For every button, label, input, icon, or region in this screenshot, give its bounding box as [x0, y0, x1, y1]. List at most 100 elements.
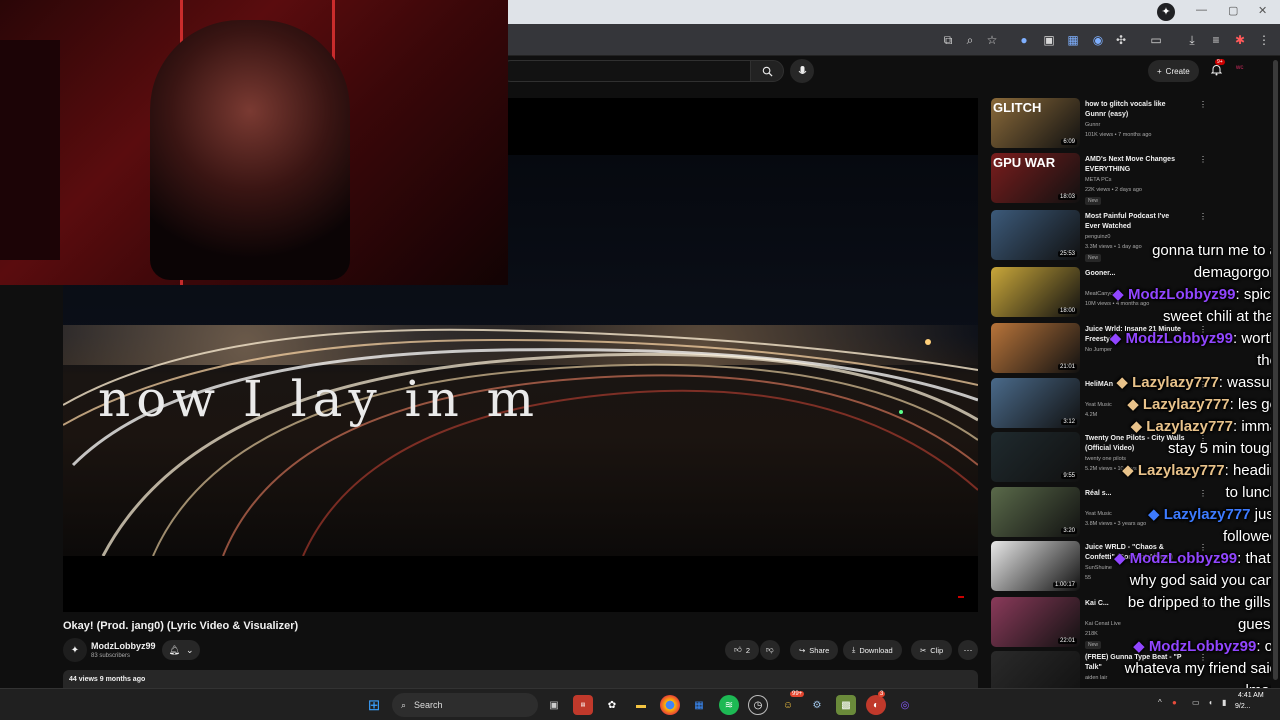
video-thumbnail[interactable]: GPU WAR 18:03: [991, 153, 1080, 203]
chat-message-line: ◆ Lazylazy777: les go: [1127, 394, 1278, 415]
search-button[interactable]: [750, 60, 784, 82]
chat-username[interactable]: Lazylazy777: [1146, 418, 1233, 435]
extension-icon[interactable]: ●: [1014, 30, 1034, 50]
profile-badge-icon[interactable]: ✦: [1157, 3, 1175, 21]
video-thumbnail[interactable]: 22:01: [991, 597, 1080, 647]
download-icon: ⤓: [852, 645, 856, 654]
video-thumbnail[interactable]: 3:20: [991, 487, 1080, 537]
view-count-and-date: 44 views 9 months ago: [69, 676, 146, 683]
task-view-icon[interactable]: ▣: [544, 695, 564, 715]
app-icon[interactable]: ▤: [573, 695, 593, 715]
video-duration: 9:55: [1061, 473, 1077, 479]
extension-icon[interactable]: ▦: [1063, 30, 1083, 50]
more-options-icon[interactable]: ⋮: [1199, 212, 1207, 221]
zoom-icon[interactable]: ⌕: [960, 30, 980, 50]
chat-username[interactable]: ModzLobbyz99: [1149, 638, 1257, 655]
recommendation-meta: 101K views • 7 months ago: [1085, 132, 1152, 138]
chat-username[interactable]: ModzLobbyz99: [1130, 550, 1238, 567]
chatgpt-icon[interactable]: ✿: [602, 695, 622, 715]
chat-username[interactable]: Lazylazy777: [1132, 374, 1219, 391]
maximize-button[interactable]: ▢: [1228, 4, 1238, 17]
extension-icon[interactable]: ▣: [1039, 30, 1059, 50]
more-options-icon[interactable]: ⋮: [1199, 155, 1207, 164]
chat-username[interactable]: Lazylazy777: [1164, 506, 1251, 523]
search-icon: ⌕: [401, 699, 407, 710]
chat-message-line: why god said you cant: [1130, 570, 1278, 591]
channel-name[interactable]: ModzLobbyz99: [91, 641, 156, 651]
chat-username[interactable]: ModzLobbyz99: [1125, 330, 1233, 347]
battery-icon[interactable]: ▮: [1222, 698, 1226, 707]
steam-icon[interactable]: ⚙: [807, 695, 827, 715]
app-icon[interactable]: ▩: [836, 695, 856, 715]
store-icon[interactable]: ▦: [689, 695, 709, 715]
video-thumbnail[interactable]: 25:53: [991, 210, 1080, 260]
sidebar-icon[interactable]: ▭: [1146, 30, 1166, 50]
share-button[interactable]: ↪ Share: [790, 640, 839, 660]
user-avatar[interactable]: ʷᶜ: [1236, 63, 1244, 73]
spotify-icon[interactable]: ≋: [719, 695, 739, 715]
video-thumbnail[interactable]: 21:01: [991, 323, 1080, 373]
chat-username[interactable]: Lazylazy777: [1143, 396, 1230, 413]
recommendation-channel[interactable]: META PCs: [1085, 177, 1112, 183]
mic-tray-icon[interactable]: ●: [1172, 698, 1177, 707]
search-icon: [762, 66, 773, 77]
recommendation-item[interactable]: GPU WAR 18:03 AMD's Next Move Changes EVER…: [991, 153, 1207, 205]
windows-start-icon[interactable]: ⊞: [364, 695, 384, 715]
share-icon: ↪: [799, 645, 806, 655]
chat-badge-icon: ◆: [1116, 374, 1133, 391]
recommendation-item[interactable]: GLITCH 6:09 how to glitch vocals like Gunn…: [991, 98, 1207, 150]
page-scrollbar-thumb[interactable]: [1273, 60, 1278, 680]
video-thumbnail[interactable]: 1:00:17: [991, 541, 1080, 591]
recommendation-title[interactable]: AMD's Next Move Changes EVERYTHING: [1085, 155, 1185, 175]
account-icon[interactable]: ✱: [1230, 30, 1250, 50]
star-icon[interactable]: ☆: [982, 30, 1002, 50]
video-title: Okay! (Prod. jang0) (Lyric Video & Visua…: [63, 620, 299, 632]
recommendation-title[interactable]: Most Painful Podcast I've Ever Watched: [1085, 212, 1185, 232]
network-icon[interactable]: ▭: [1192, 698, 1200, 707]
video-thumbnail[interactable]: 9:55: [991, 432, 1080, 482]
taskbar-search-label: Search: [414, 700, 443, 710]
file-explorer-icon[interactable]: ▬: [631, 695, 651, 715]
more-options-icon[interactable]: ⋮: [1199, 100, 1207, 109]
recommendation-channel[interactable]: Gunnr: [1085, 122, 1100, 128]
chat-message-text: whateva my friend said: [1124, 660, 1278, 677]
extension-icon[interactable]: ◉: [1088, 30, 1108, 50]
media-icon[interactable]: ≡: [1206, 30, 1226, 50]
chat-username[interactable]: Lazylazy777: [1138, 462, 1225, 479]
app-icon[interactable]: ◐: [866, 695, 886, 715]
like-button[interactable]: 👍︎ 2: [725, 640, 760, 660]
recommendation-title[interactable]: how to glitch vocals like Gunnr (easy): [1085, 100, 1185, 120]
chat-username[interactable]: ModzLobbyz99: [1128, 286, 1236, 303]
dislike-button[interactable]: 👎︎: [760, 640, 780, 660]
clock-icon[interactable]: ◷: [748, 695, 768, 715]
clip-label: Clip: [930, 645, 944, 655]
download-icon[interactable]: ⤓: [1182, 30, 1202, 50]
clip-button[interactable]: ✂ Clip: [911, 640, 953, 660]
channel-avatar[interactable]: ✦: [63, 638, 87, 662]
video-thumbnail[interactable]: 3:12: [991, 378, 1080, 428]
app-icon[interactable]: ◎: [895, 695, 915, 715]
download-button[interactable]: ⤓ Download: [843, 640, 902, 660]
minimize-button[interactable]: —: [1196, 4, 1207, 16]
chrome-icon[interactable]: [660, 695, 680, 715]
create-button[interactable]: + Create: [1148, 60, 1199, 82]
menu-icon[interactable]: ⋮: [1254, 30, 1274, 50]
plus-icon: +: [1157, 66, 1162, 76]
subscription-bell-button[interactable]: 🔔︎ ⌄: [162, 640, 200, 660]
video-thumbnail[interactable]: 18:00: [991, 267, 1080, 317]
clock-date[interactable]: 9/2...: [1235, 703, 1251, 710]
cast-icon[interactable]: ⧉: [938, 30, 958, 50]
taskbar-search[interactable]: ⌕ Search: [392, 693, 538, 717]
video-thumbnail[interactable]: GLITCH 6:09: [991, 98, 1080, 148]
search-input[interactable]: [500, 60, 750, 82]
puzzle-icon[interactable]: ✣: [1111, 30, 1131, 50]
volume-icon[interactable]: ◖: [1208, 698, 1213, 707]
voice-search-button[interactable]: [790, 59, 814, 83]
clock-time[interactable]: 4:41 AM: [1238, 692, 1264, 699]
discord-icon[interactable]: ☺: [778, 695, 798, 715]
more-actions-button[interactable]: ⋯: [958, 640, 978, 660]
video-duration: 1:00:17: [1052, 582, 1077, 588]
thumbs-up-icon: 👍︎: [734, 645, 742, 654]
close-window-button[interactable]: ✕: [1258, 4, 1267, 17]
tray-arrow-icon[interactable]: ^: [1158, 698, 1162, 707]
